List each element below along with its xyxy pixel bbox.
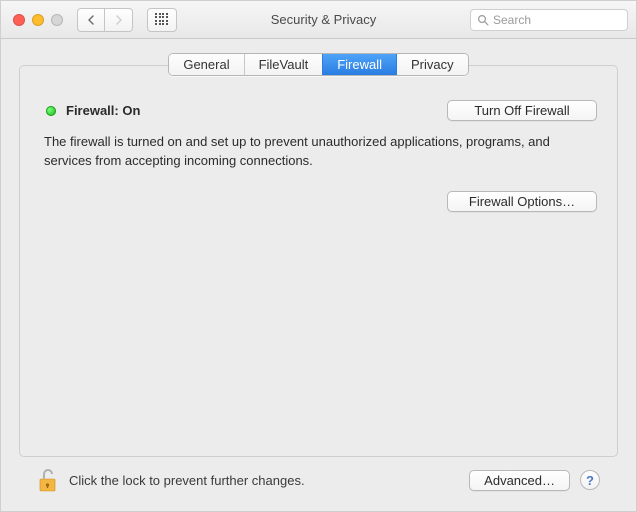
search-field[interactable] — [470, 9, 628, 31]
window-title: Security & Privacy — [185, 12, 462, 27]
titlebar: Security & Privacy — [1, 1, 636, 39]
zoom-window-button[interactable] — [51, 14, 63, 26]
grid-icon — [155, 13, 169, 27]
firewall-status-label: Firewall: On — [66, 103, 140, 118]
back-button[interactable] — [77, 8, 105, 32]
tab-general[interactable]: General — [169, 54, 244, 75]
forward-button[interactable] — [105, 8, 133, 32]
advanced-button[interactable]: Advanced… — [469, 470, 570, 491]
lock-button[interactable] — [37, 466, 59, 494]
search-input[interactable] — [493, 13, 621, 27]
unlocked-lock-icon — [37, 466, 59, 494]
firewall-options-button[interactable]: Firewall Options… — [447, 191, 597, 212]
tabbar: General FileVault Firewall Privacy — [19, 53, 618, 76]
window-controls — [9, 14, 69, 26]
show-all-button[interactable] — [147, 8, 177, 32]
chevron-left-icon — [87, 15, 95, 25]
firewall-description: The firewall is turned on and set up to … — [40, 133, 597, 171]
chevron-right-icon — [115, 15, 123, 25]
tab-firewall[interactable]: Firewall — [323, 54, 397, 75]
nav-buttons — [77, 8, 133, 32]
tab-filevault[interactable]: FileVault — [245, 54, 324, 75]
lock-message: Click the lock to prevent further change… — [69, 473, 459, 488]
content-area: General FileVault Firewall Privacy Firew… — [1, 39, 636, 511]
preferences-window: Security & Privacy General FileVault Fir… — [0, 0, 637, 512]
help-button[interactable]: ? — [580, 470, 600, 490]
tab-privacy[interactable]: Privacy — [397, 54, 468, 75]
status-indicator-icon — [46, 106, 56, 116]
close-window-button[interactable] — [13, 14, 25, 26]
turn-off-firewall-button[interactable]: Turn Off Firewall — [447, 100, 597, 121]
footer: Click the lock to prevent further change… — [19, 457, 618, 511]
minimize-window-button[interactable] — [32, 14, 44, 26]
firewall-panel: Firewall: On Turn Off Firewall The firew… — [19, 65, 618, 457]
search-icon — [477, 14, 489, 26]
